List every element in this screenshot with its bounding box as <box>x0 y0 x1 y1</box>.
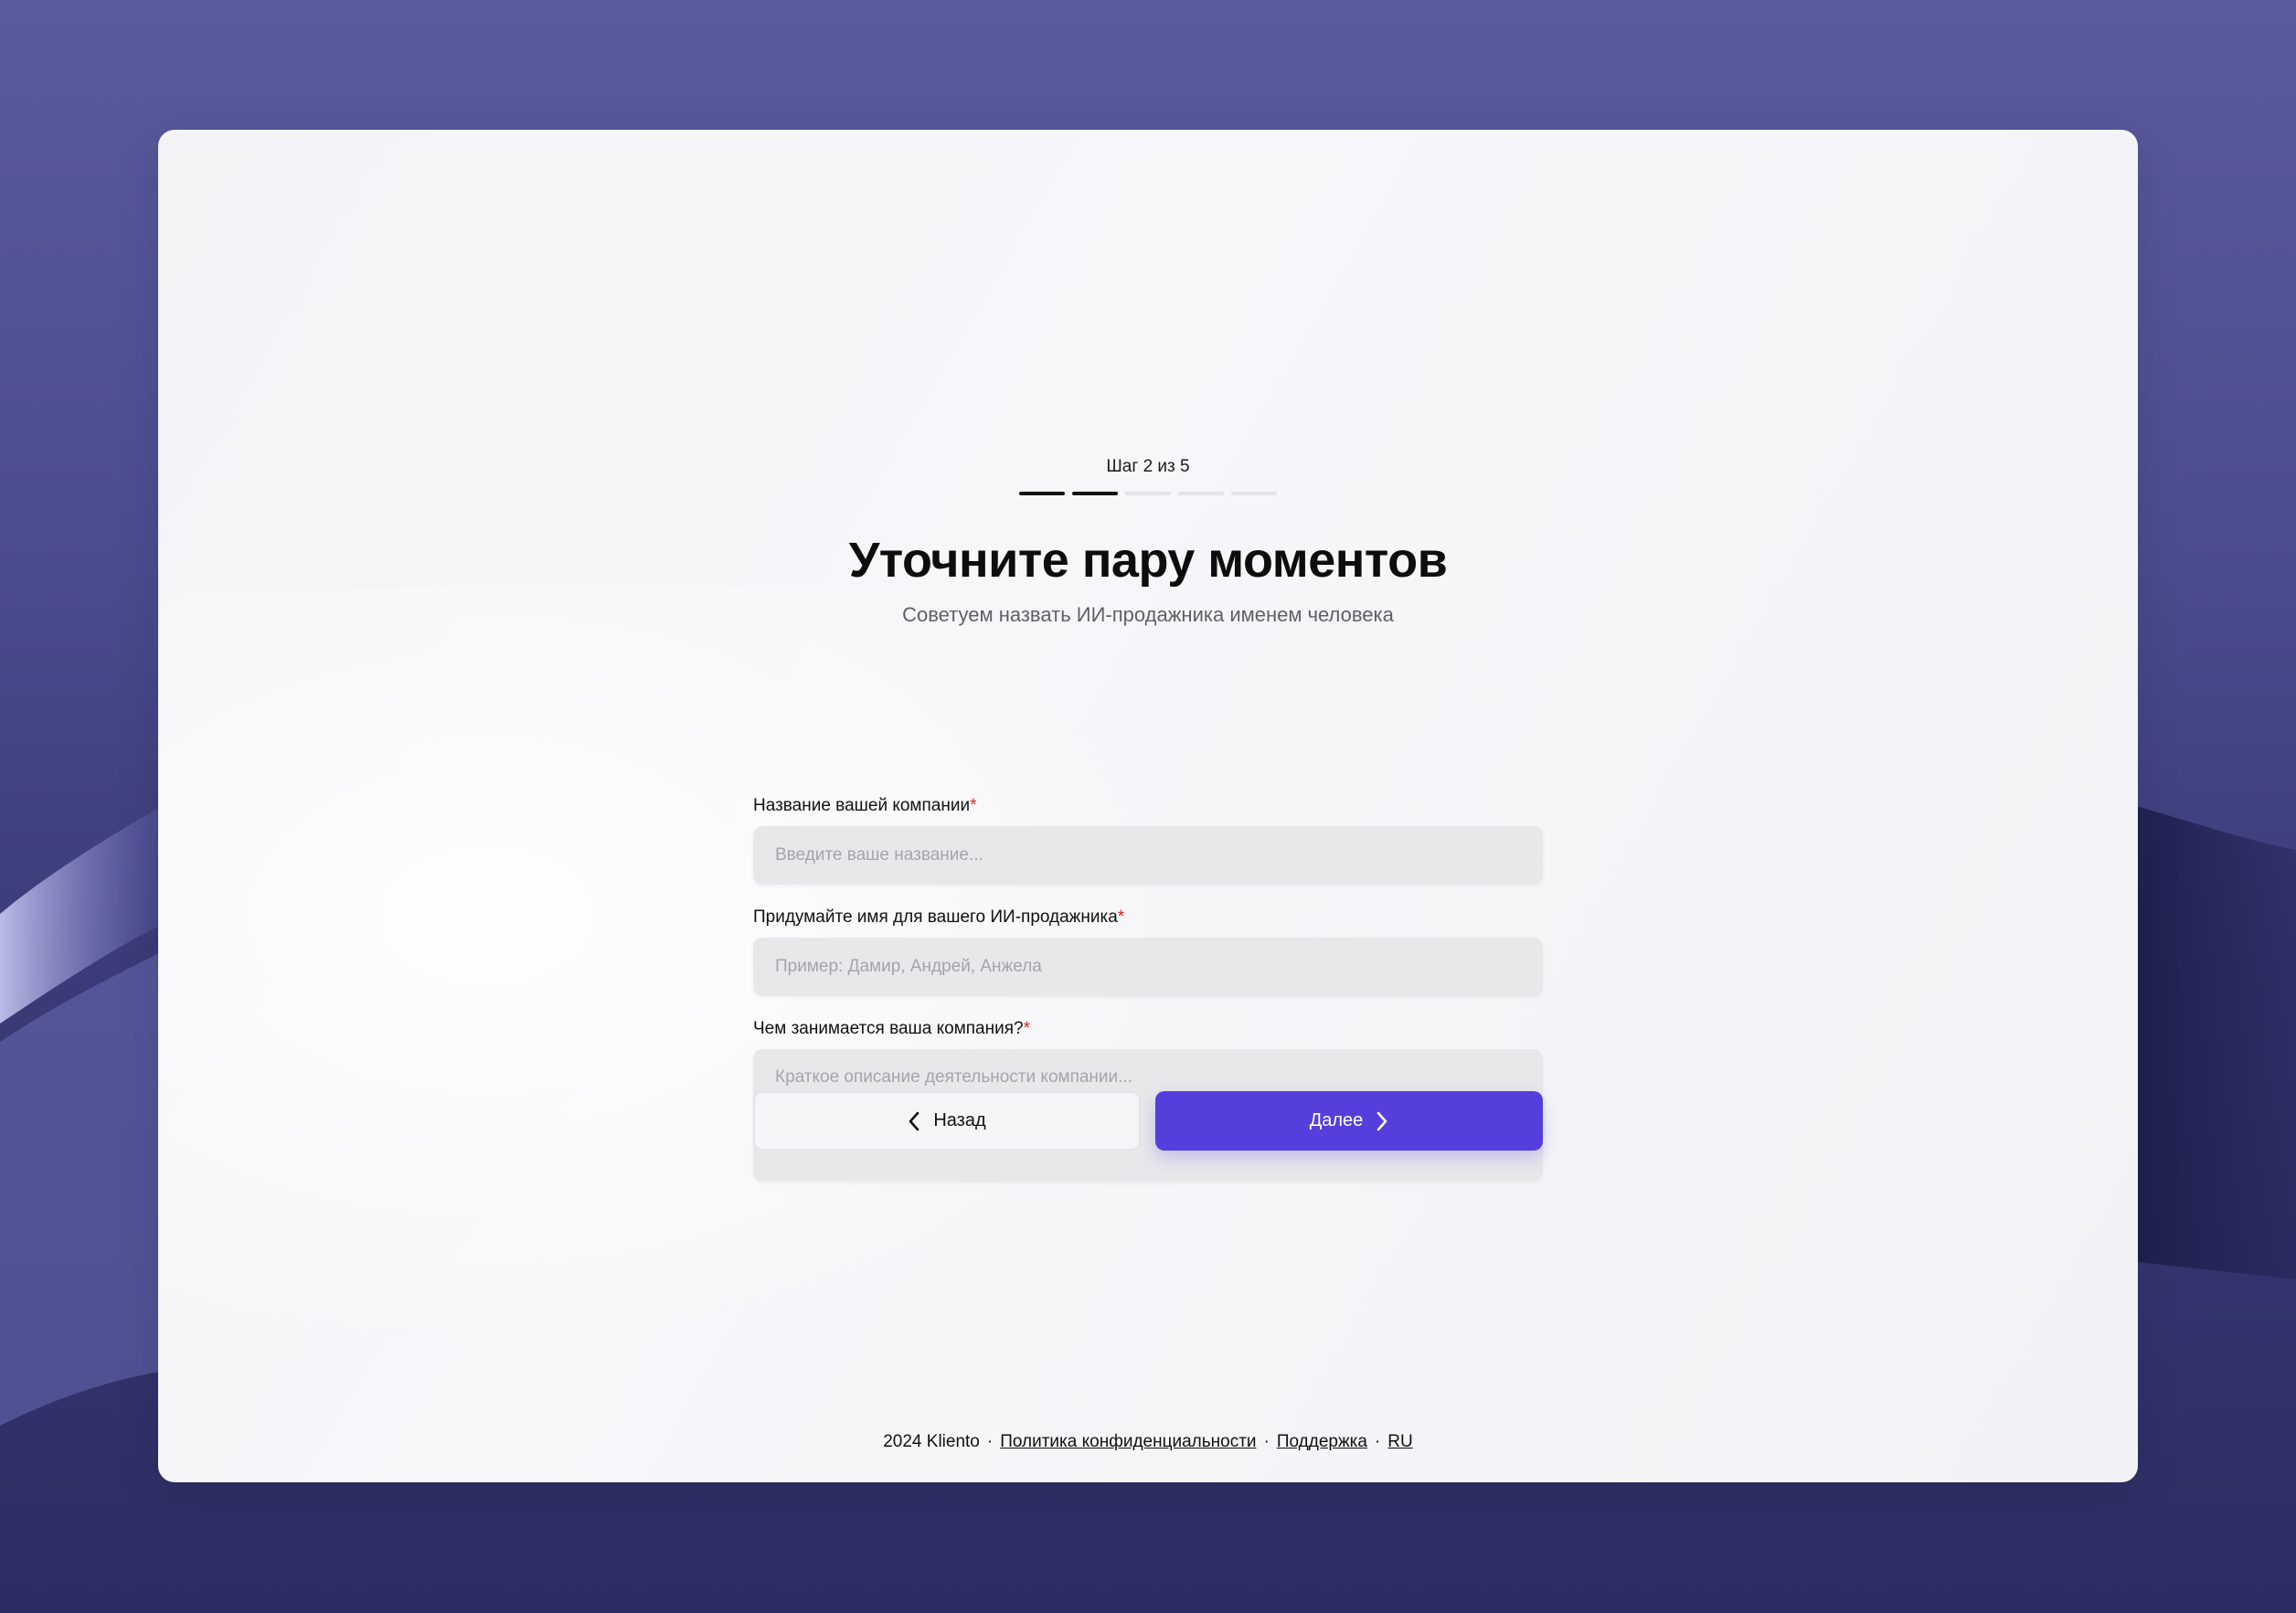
footer-separator: · <box>986 1432 994 1451</box>
agent-name-label: Придумайте имя для вашего ИИ-продажника* <box>753 907 1124 928</box>
company-name-label-text: Название вашей компании <box>753 796 971 815</box>
required-mark: * <box>1023 1019 1030 1038</box>
step-progress-bars <box>753 492 1543 495</box>
step-indicator-label: Шаг 2 из 5 <box>1106 457 1190 476</box>
onboarding-card: Шаг 2 из 5 Уточните пару моментов Совету… <box>158 130 2138 1482</box>
step-bar-1 <box>1019 492 1065 495</box>
chevron-left-icon <box>909 1111 919 1130</box>
company-name-input[interactable] <box>753 826 1543 885</box>
next-button-label: Далее <box>1309 1110 1364 1130</box>
company-name-label: Название вашей компании* <box>753 796 976 816</box>
footer-separator: · <box>1374 1432 1381 1451</box>
step-bar-4 <box>1178 492 1224 495</box>
step-bar-3 <box>1125 492 1171 495</box>
card-glow <box>158 587 1255 1409</box>
company-activity-label: Чем занимается ваша компания?* <box>753 1019 1030 1039</box>
agent-name-input[interactable] <box>753 938 1543 996</box>
company-activity-label-text: Чем занимается ваша компания? <box>753 1019 1024 1038</box>
footer: 2024 Kliento · Политика конфиденциальности… <box>158 1432 2138 1452</box>
step-bar-5 <box>1231 492 1277 495</box>
chevron-right-icon <box>1377 1111 1387 1130</box>
required-mark: * <box>970 796 977 815</box>
language-switch-link[interactable]: RU <box>1387 1432 1412 1451</box>
privacy-policy-link[interactable]: Политика конфиденциальности <box>1000 1432 1256 1451</box>
page-title: Уточните пару моментов <box>848 533 1448 588</box>
footer-separator: · <box>1263 1432 1270 1451</box>
page-subtitle: Советуем назвать ИИ-продажника именем че… <box>902 603 1394 626</box>
support-link[interactable]: Поддержка <box>1277 1432 1367 1451</box>
copyright-text: 2024 Kliento <box>883 1432 980 1451</box>
next-button[interactable]: Далее <box>1155 1091 1543 1151</box>
step-bar-2 <box>1072 492 1118 495</box>
back-button[interactable]: Назад <box>753 1091 1141 1151</box>
back-button-label: Назад <box>933 1110 986 1130</box>
agent-name-label-text: Придумайте имя для вашего ИИ-продажника <box>753 907 1118 927</box>
required-mark: * <box>1117 907 1125 927</box>
